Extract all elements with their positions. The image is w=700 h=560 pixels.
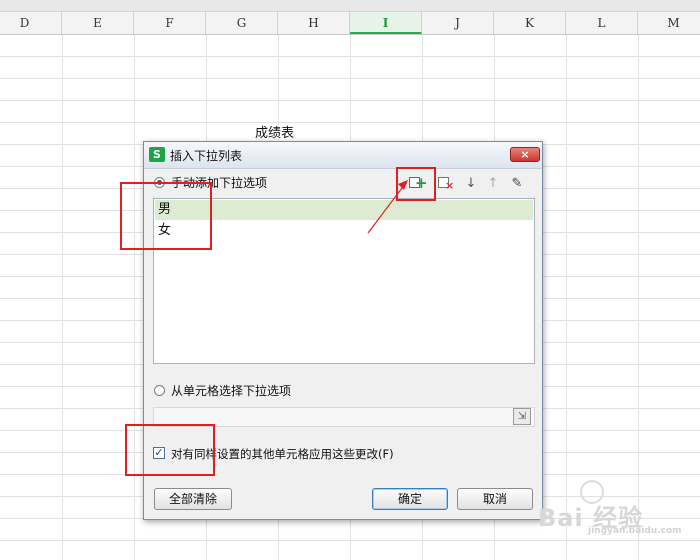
close-button[interactable]: × bbox=[510, 147, 540, 162]
move-down-icon: ↓ bbox=[465, 176, 477, 191]
annotation-highlight-checkbox bbox=[125, 424, 215, 476]
grid-line bbox=[0, 78, 700, 79]
grid-line bbox=[0, 100, 700, 101]
column-header-g[interactable]: G bbox=[206, 12, 278, 34]
column-header-f[interactable]: F bbox=[134, 12, 206, 34]
grid-line bbox=[0, 122, 700, 123]
column-header-l[interactable]: L bbox=[566, 12, 638, 34]
range-select-icon: ⇲ bbox=[517, 411, 527, 422]
annotation-arrow bbox=[367, 180, 408, 234]
from-cells-option-radio[interactable] bbox=[154, 385, 165, 396]
clear-all-button[interactable]: 全部清除 bbox=[154, 488, 232, 510]
column-header-e[interactable]: E bbox=[62, 12, 134, 34]
baidu-watermark: Bai 经验 jingyan.baidu.com bbox=[538, 480, 682, 540]
move-down-button[interactable]: ↓ bbox=[462, 175, 480, 193]
dialog-titlebar[interactable]: S 插入下拉列表 × bbox=[144, 142, 542, 169]
column-header-k[interactable]: K bbox=[494, 12, 566, 34]
edit-item-icon: ✎ bbox=[511, 176, 523, 191]
delete-item-button[interactable]: × bbox=[437, 175, 455, 193]
ok-button[interactable]: 确定 bbox=[372, 488, 448, 510]
watermark-subtext: jingyan.baidu.com bbox=[588, 526, 682, 536]
column-header-d[interactable]: D bbox=[0, 12, 62, 34]
from-cells-option-label: 从单元格选择下拉选项 bbox=[171, 384, 292, 398]
grid-line bbox=[0, 56, 700, 57]
toolbar-strip bbox=[0, 0, 700, 12]
sheet-title-cell[interactable]: 成绩表 bbox=[255, 122, 294, 141]
column-header-m[interactable]: M bbox=[638, 12, 700, 34]
column-header-i[interactable]: I bbox=[350, 12, 422, 34]
edit-item-button[interactable]: ✎ bbox=[508, 175, 526, 193]
cancel-button[interactable]: 取消 bbox=[457, 488, 533, 510]
range-select-button[interactable]: ⇲ bbox=[513, 408, 531, 425]
grid-line bbox=[0, 540, 700, 541]
column-header-h[interactable]: H bbox=[278, 12, 350, 34]
annotation-highlight-list bbox=[120, 182, 212, 250]
app-logo-icon: S bbox=[149, 147, 165, 162]
column-header-bar: D E F G H I J K L M bbox=[0, 12, 700, 35]
dialog-title: 插入下拉列表 bbox=[170, 149, 243, 163]
column-header-j[interactable]: J bbox=[422, 12, 494, 34]
move-up-button[interactable]: ↑ bbox=[484, 175, 502, 193]
x-icon: × bbox=[445, 179, 455, 192]
move-up-icon: ↑ bbox=[487, 176, 499, 191]
